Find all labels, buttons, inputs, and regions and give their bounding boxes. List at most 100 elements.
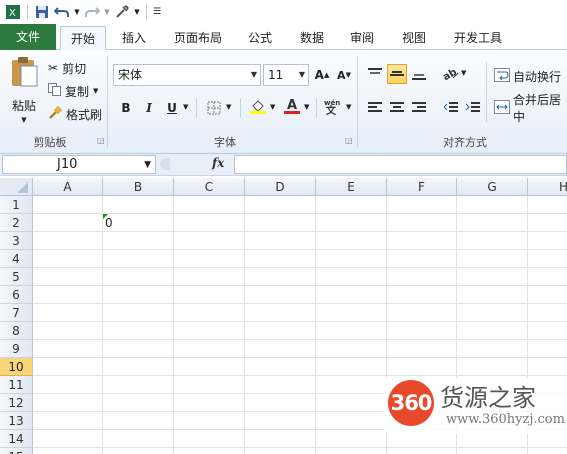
svg-text:A: A [287, 98, 297, 113]
merge-center-button[interactable]: 合并后居中 [494, 93, 567, 124]
name-box[interactable]: J10 ▼ [2, 155, 156, 174]
tab-insert[interactable]: 插入 [114, 26, 154, 50]
increase-indent-button[interactable] [463, 98, 483, 118]
column-header-a[interactable]: A [33, 178, 103, 196]
format-painter-icon[interactable] [113, 3, 131, 21]
clipboard-group-label: 剪贴板 [33, 136, 67, 149]
paste-button[interactable]: 粘贴 ▼ [6, 56, 42, 128]
increase-font-size-button[interactable]: A ▲ [312, 65, 332, 85]
tab-home[interactable]: 开始 [60, 26, 106, 51]
font-color-icon[interactable]: A [282, 96, 302, 116]
underline-button[interactable]: U [162, 98, 182, 118]
tab-formulas[interactable]: 公式 [240, 26, 280, 50]
column-header-d[interactable]: D [245, 178, 316, 196]
undo-dropdown-icon[interactable]: ▼ [73, 3, 81, 21]
row-gridline [33, 267, 567, 268]
clipboard-dialog-launcher-icon[interactable]: ◲ [97, 136, 105, 145]
borders-icon[interactable] [204, 98, 224, 118]
phonetic-dropdown-icon[interactable]: ▼ [346, 103, 351, 111]
wrap-text-button[interactable]: 自动换行 [494, 66, 561, 86]
orientation-dropdown-icon[interactable]: ▼ [461, 69, 466, 77]
align-bottom-button[interactable] [409, 64, 429, 84]
copy-label: 复制 [65, 84, 90, 99]
align-center-button[interactable] [387, 98, 407, 118]
bold-button[interactable]: B [116, 98, 136, 118]
cut-button[interactable]: ✂ 剪切 [48, 58, 86, 78]
row-gridline [33, 447, 567, 448]
borders-dropdown-icon[interactable]: ▼ [226, 103, 231, 111]
font-color-dropdown-icon[interactable]: ▼ [304, 103, 309, 111]
font-size-combobox[interactable]: 11 ▼ [263, 64, 309, 86]
group-separator [357, 56, 358, 148]
phonetic-guide-icon[interactable]: wén 文 [322, 96, 344, 116]
row-gridline [33, 321, 567, 322]
redo-dropdown-icon[interactable]: ▼ [103, 3, 111, 21]
row-header-9[interactable]: 9 [0, 340, 33, 358]
column-header-f[interactable]: F [387, 178, 457, 196]
row-header-8[interactable]: 8 [0, 322, 33, 340]
undo-icon[interactable] [53, 3, 71, 21]
decrease-indent-button[interactable] [441, 98, 461, 118]
formula-input[interactable] [234, 155, 567, 174]
fill-color-icon[interactable] [248, 96, 268, 116]
row-header-14[interactable]: 14 [0, 430, 33, 448]
insert-function-icon[interactable]: fx [212, 156, 224, 170]
copy-button[interactable]: 复制 ▼ [48, 81, 98, 101]
tab-developer[interactable]: 开发工具 [446, 26, 510, 50]
column-header-g[interactable]: G [457, 178, 528, 196]
orientation-icon[interactable]: ab [441, 64, 461, 84]
row-header-13[interactable]: 13 [0, 412, 33, 430]
redo-icon[interactable] [83, 3, 101, 21]
column-header-e[interactable]: E [316, 178, 387, 196]
copy-icon [48, 83, 61, 99]
ribbon-home: 粘贴 ▼ ✂ 剪切 复制 ▼ 格式刷 剪贴板 ◲ 宋体 ▼ 11 ▼ A ▲ A ▼… [0, 50, 567, 154]
excel-logo-icon: X [4, 3, 22, 21]
row-header-7[interactable]: 7 [0, 304, 33, 322]
formula-bar-resize-handle[interactable] [160, 158, 170, 170]
row-header-1[interactable]: 1 [0, 196, 33, 214]
fill-color-dropdown-icon[interactable]: ▼ [270, 103, 275, 111]
format-painter-button[interactable]: 格式刷 [48, 104, 102, 124]
row-header-15[interactable]: 15 [0, 448, 33, 454]
scissors-icon: ✂ [48, 61, 59, 75]
watermark: 360 货源之家 www.360hyzj.com [384, 378, 567, 434]
qat-separator [27, 5, 28, 19]
underline-dropdown-icon[interactable]: ▼ [183, 103, 188, 111]
font-size-dropdown-icon[interactable]: ▼ [299, 65, 305, 85]
font-dialog-launcher-icon[interactable]: ◲ [345, 136, 353, 145]
align-right-button[interactable] [409, 98, 429, 118]
font-name-combobox[interactable]: 宋体 ▼ [113, 64, 261, 86]
italic-button[interactable]: I [139, 98, 159, 118]
cut-label: 剪切 [62, 61, 87, 76]
row-header-3[interactable]: 3 [0, 232, 33, 250]
row-header-10[interactable]: 10 [0, 358, 33, 376]
align-top-button[interactable] [365, 64, 385, 84]
row-header-6[interactable]: 6 [0, 286, 33, 304]
select-all-corner[interactable] [0, 178, 33, 196]
row-header-11[interactable]: 11 [0, 376, 33, 394]
ribbon-tab-bar: 文件 开始 插入 页面布局 公式 数据 审阅 视图 开发工具 [0, 24, 567, 51]
tab-file[interactable]: 文件 [0, 24, 56, 50]
column-header-b[interactable]: B [103, 178, 174, 196]
save-icon[interactable] [33, 3, 51, 21]
tab-view[interactable]: 视图 [394, 26, 434, 50]
align-left-button[interactable] [365, 98, 385, 118]
row-header-4[interactable]: 4 [0, 250, 33, 268]
column-header-c[interactable]: C [174, 178, 245, 196]
name-box-dropdown-icon[interactable]: ▼ [144, 156, 151, 174]
customize-qat-icon[interactable]: ☰ [152, 3, 162, 21]
row-header-12[interactable]: 12 [0, 394, 33, 412]
decrease-font-size-button[interactable]: A ▼ [334, 65, 354, 85]
tab-page-layout[interactable]: 页面布局 [166, 26, 230, 50]
tab-review[interactable]: 审阅 [342, 26, 382, 50]
row-gridline [33, 339, 567, 340]
align-middle-button[interactable] [387, 64, 407, 84]
format-painter-dropdown-icon[interactable]: ▼ [133, 3, 141, 21]
copy-dropdown-icon[interactable]: ▼ [93, 87, 98, 95]
font-name-dropdown-icon[interactable]: ▼ [251, 65, 257, 85]
row-header-5[interactable]: 5 [0, 268, 33, 286]
column-header-h[interactable]: H [528, 178, 567, 196]
tab-data[interactable]: 数据 [292, 26, 332, 50]
paste-dropdown-icon[interactable]: ▼ [21, 116, 26, 124]
row-header-2[interactable]: 2 [0, 214, 33, 232]
